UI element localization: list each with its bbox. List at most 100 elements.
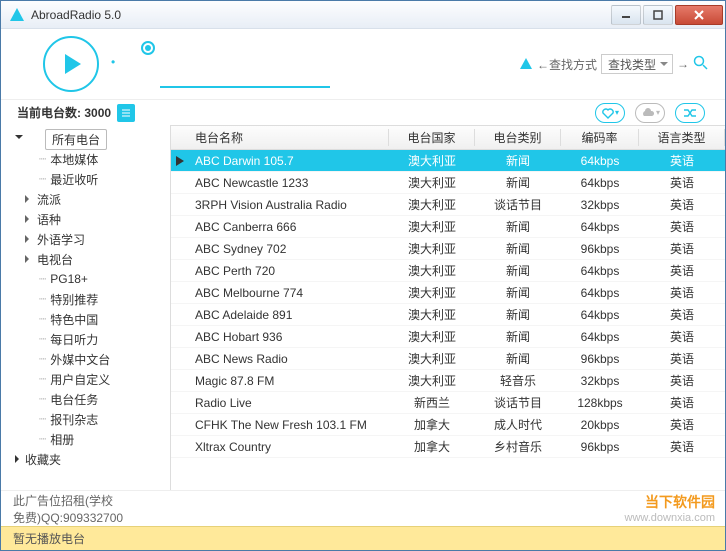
sidebar-item-label: 流派 — [37, 191, 61, 208]
sidebar-item[interactable]: ┈报刊杂志 — [1, 409, 170, 429]
sidebar-root-all[interactable]: 所有电台 — [1, 129, 170, 149]
sidebar-item[interactable]: ┈相册 — [1, 429, 170, 449]
search-area: ←查找方式 查找类型 → — [519, 54, 709, 74]
table-row[interactable]: ABC Canberra 666澳大利亚新闻64kbps英语 — [171, 216, 725, 238]
table-row[interactable]: CFHK The New Fresh 103.1 FM加拿大成人时代20kbps… — [171, 414, 725, 436]
cell-name: ABC Newcastle 1233 — [189, 176, 389, 190]
sidebar-item[interactable]: ┈本地媒体 — [1, 149, 170, 169]
sidebar-item-label: 外媒中文台 — [50, 351, 110, 368]
ad-text: 此广告位招租(学校 免费)QQ:909332700 — [13, 492, 123, 526]
sidebar-root-fav[interactable]: 收藏夹 — [1, 449, 170, 469]
search-icon[interactable] — [693, 55, 709, 74]
sidebar-item[interactable]: ┈每日听力 — [1, 329, 170, 349]
sidebar-item[interactable]: 外语学习 — [1, 229, 170, 249]
shuffle-button[interactable] — [675, 103, 705, 123]
sidebar-item-label: 特别推荐 — [50, 291, 98, 308]
sidebar-item[interactable]: 语种 — [1, 209, 170, 229]
table-row[interactable]: ABC Newcastle 1233澳大利亚新闻64kbps英语 — [171, 172, 725, 194]
cell-lang: 英语 — [639, 394, 725, 411]
cell-name: ABC Sydney 702 — [189, 242, 389, 256]
sidebar-item-label: 相册 — [50, 431, 74, 448]
list-view-icon[interactable] — [117, 104, 135, 122]
window-title: AbroadRadio 5.0 — [31, 8, 609, 22]
col-name[interactable]: 电台名称 — [189, 129, 389, 146]
search-type-combo[interactable]: 查找类型 — [601, 54, 673, 74]
table-row[interactable]: ABC Hobart 936澳大利亚新闻64kbps英语 — [171, 326, 725, 348]
cell-name: ABC News Radio — [189, 352, 389, 366]
col-country[interactable]: 电台国家 — [389, 129, 475, 146]
cell-country: 加拿大 — [389, 438, 475, 455]
favorite-toggle[interactable]: ▾ — [595, 103, 625, 123]
table-body[interactable]: ABC Darwin 105.7澳大利亚新闻64kbps英语ABC Newcas… — [171, 150, 725, 490]
play-button[interactable] — [43, 36, 99, 92]
maximize-button[interactable] — [643, 5, 673, 25]
table-row[interactable]: Magic 87.8 FM澳大利亚轻音乐32kbps英语 — [171, 370, 725, 392]
search-arrow: → — [677, 57, 689, 71]
table-row[interactable]: ABC Darwin 105.7澳大利亚新闻64kbps英语 — [171, 150, 725, 172]
sidebar-item-label: PG18+ — [50, 272, 88, 286]
table-header: 电台名称 电台国家 电台类别 编码率 语言类型 — [171, 126, 725, 150]
cloud-sync-button[interactable]: ▾ — [635, 103, 665, 123]
sidebar-item[interactable]: 电视台 — [1, 249, 170, 269]
sidebar-item-label: 特色中国 — [50, 311, 98, 328]
cell-lang: 英语 — [639, 438, 725, 455]
sidebar-item[interactable]: 流派 — [1, 189, 170, 209]
table-row[interactable]: ABC News Radio澳大利亚新闻96kbps英语 — [171, 348, 725, 370]
cell-rate: 64kbps — [561, 308, 639, 322]
table-row[interactable]: 3RPH Vision Australia Radio澳大利亚谈话节目32kbp… — [171, 194, 725, 216]
col-lang[interactable]: 语言类型 — [639, 129, 725, 146]
watermark: 当下软件园 www.downxia.com — [625, 492, 715, 524]
cell-rate: 64kbps — [561, 286, 639, 300]
cell-name: ABC Canberra 666 — [189, 220, 389, 234]
sidebar-item[interactable]: ┈外媒中文台 — [1, 349, 170, 369]
sidebar-item[interactable]: ┈特别推荐 — [1, 289, 170, 309]
cell-country: 澳大利亚 — [389, 306, 475, 323]
sidebar-item[interactable]: ┈特色中国 — [1, 309, 170, 329]
sidebar-item-label: 本地媒体 — [50, 151, 98, 168]
cell-country: 澳大利亚 — [389, 152, 475, 169]
table-row[interactable]: ABC Melbourne 774澳大利亚新闻64kbps英语 — [171, 282, 725, 304]
cell-country: 澳大利亚 — [389, 328, 475, 345]
sidebar-item[interactable]: ┈PG18+ — [1, 269, 170, 289]
sidebar-item-label: 报刊杂志 — [50, 411, 98, 428]
sidebar-item[interactable]: ┈电台任务 — [1, 389, 170, 409]
cell-lang: 英语 — [639, 416, 725, 433]
cell-rate: 64kbps — [561, 220, 639, 234]
col-category[interactable]: 电台类别 — [475, 129, 561, 146]
cell-name: Xltrax Country — [189, 440, 389, 454]
table-row[interactable]: ABC Perth 720澳大利亚新闻64kbps英语 — [171, 260, 725, 282]
cell-name: Radio Live — [189, 396, 389, 410]
cell-lang: 英语 — [639, 328, 725, 345]
cell-name: 3RPH Vision Australia Radio — [189, 198, 389, 212]
sidebar-item-label: 语种 — [37, 211, 61, 228]
record-button[interactable] — [141, 41, 155, 55]
cell-category: 新闻 — [475, 174, 561, 191]
cell-lang: 英语 — [639, 262, 725, 279]
table-row[interactable]: ABC Sydney 702澳大利亚新闻96kbps英语 — [171, 238, 725, 260]
cell-category: 新闻 — [475, 218, 561, 235]
minimize-button[interactable] — [611, 5, 641, 25]
app-icon — [9, 7, 25, 23]
cell-category: 新闻 — [475, 152, 561, 169]
table-row[interactable]: Radio Live新西兰谈话节目128kbps英语 — [171, 392, 725, 414]
cell-name: ABC Adelaide 891 — [189, 308, 389, 322]
sidebar[interactable]: 所有电台 ┈本地媒体┈最近收听流派语种外语学习电视台┈PG18+┈特别推荐┈特色… — [1, 125, 171, 490]
cell-rate: 64kbps — [561, 154, 639, 168]
cell-rate: 32kbps — [561, 198, 639, 212]
sidebar-item[interactable]: ┈最近收听 — [1, 169, 170, 189]
cell-country: 澳大利亚 — [389, 218, 475, 235]
cell-country: 加拿大 — [389, 416, 475, 433]
cell-rate: 64kbps — [561, 176, 639, 190]
cell-rate: 96kbps — [561, 242, 639, 256]
table-row[interactable]: ABC Adelaide 891澳大利亚新闻64kbps英语 — [171, 304, 725, 326]
main-area: 所有电台 ┈本地媒体┈最近收听流派语种外语学习电视台┈PG18+┈特别推荐┈特色… — [1, 125, 725, 490]
cell-category: 谈话节目 — [475, 394, 561, 411]
close-button[interactable] — [675, 5, 723, 25]
col-rate[interactable]: 编码率 — [561, 129, 639, 146]
cell-country: 澳大利亚 — [389, 240, 475, 257]
sidebar-item[interactable]: ┈用户自定义 — [1, 369, 170, 389]
cell-country: 澳大利亚 — [389, 196, 475, 213]
table-row[interactable]: Xltrax Country加拿大乡村音乐96kbps英语 — [171, 436, 725, 458]
cell-category: 轻音乐 — [475, 372, 561, 389]
status-text: 暂无播放电台 — [13, 530, 85, 547]
